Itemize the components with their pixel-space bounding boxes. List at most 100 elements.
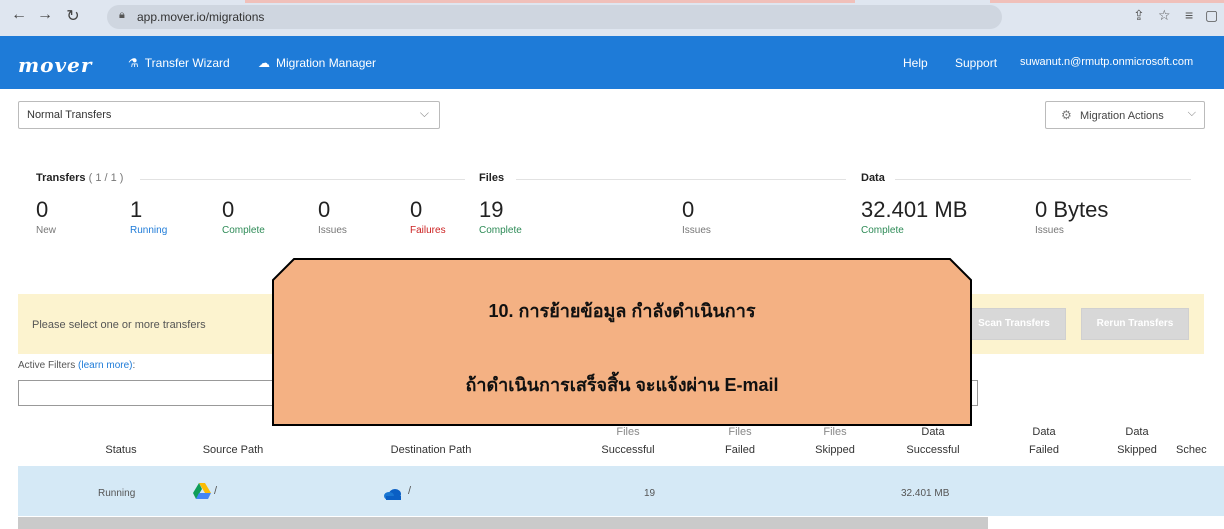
learn-more-link[interactable]: (learn more) — [78, 360, 132, 371]
lock-icon: 🔒︎ — [119, 9, 125, 21]
col-source-path[interactable]: Source Path — [193, 442, 273, 458]
stat-data-issues[interactable]: 0 Bytes Issues — [1035, 197, 1109, 237]
col-label: Data — [1125, 426, 1149, 438]
annotation-callout: 10. การย้ายข้อมูล กำลังดำเนินการ ถ้าดำเน… — [272, 258, 972, 426]
user-account[interactable]: suwanut.n@rmutp.onmicrosoft.com — [1020, 56, 1193, 68]
col-label: Successful — [601, 444, 655, 456]
callout-line-2: ถ้าดำเนินการเสร็จสิ้น จะแจ้งผ่าน E-mail — [465, 375, 779, 395]
chevron-down-icon: ⌵ — [419, 106, 429, 120]
col-status[interactable]: Status — [96, 442, 146, 458]
stat-value: 0 — [318, 197, 331, 222]
url-text: app.mover.io/migrations — [137, 10, 265, 24]
support-link[interactable]: Support — [955, 56, 997, 70]
browser-chrome: ← → ↻ 🔒︎ app.mover.io/migrations ⇪ ☆ ≡ ▢ — [0, 0, 1224, 36]
col-label: Failed — [1029, 444, 1059, 456]
reading-list-icon[interactable]: ≡ — [1185, 7, 1193, 23]
stat-data-complete[interactable]: 32.401 MB Complete — [861, 197, 968, 237]
browser-tab[interactable] — [245, 0, 855, 3]
stat-value: 19 — [479, 197, 504, 222]
flask-icon: ⚗ — [128, 56, 139, 70]
col-data-failed[interactable]: Data Failed — [1024, 424, 1064, 458]
active-filters-label: Active Filters (learn more): — [18, 360, 135, 371]
col-label: Files — [823, 426, 847, 438]
stat-label: Issues — [682, 225, 711, 236]
cloud-upload-icon: ☁ — [258, 56, 270, 70]
back-icon[interactable]: ← — [8, 6, 30, 24]
scan-transfers-button[interactable]: Scan Transfers — [962, 308, 1066, 340]
divider — [140, 179, 465, 180]
col-label: Data — [1032, 426, 1056, 438]
stat-files-complete[interactable]: 19 Complete — [479, 197, 522, 237]
gear-icon: ⚙ — [1061, 108, 1072, 122]
migration-actions-label: Migration Actions — [1080, 110, 1164, 122]
col-files-successful[interactable]: Files Successful — [596, 424, 660, 458]
stat-label: New — [36, 225, 57, 236]
col-label: Data — [921, 426, 945, 438]
nav-transfer-wizard[interactable]: ⚗ Transfer Wizard — [128, 56, 230, 70]
stat-failures[interactable]: 0 Failures — [410, 197, 446, 237]
stat-label: Issues — [318, 225, 347, 236]
filters-suffix: : — [132, 360, 136, 371]
col-label: Successful — [906, 444, 960, 456]
stat-running[interactable]: 1 Running — [130, 198, 168, 237]
rerun-transfers-button[interactable]: Rerun Transfers — [1081, 308, 1189, 340]
row-status: Running — [98, 488, 136, 499]
forward-icon[interactable]: → — [34, 6, 56, 24]
stat-files-issues[interactable]: 0 Issues — [682, 198, 711, 237]
nav-label: Migration Manager — [276, 56, 377, 70]
destination-path-text: / — [408, 485, 412, 497]
stat-label: Complete — [222, 225, 265, 236]
stat-value: 0 Bytes — [1035, 197, 1109, 222]
col-destination-path[interactable]: Destination Path — [376, 442, 486, 458]
banner-message: Please select one or more transfers — [32, 319, 206, 331]
star-icon[interactable]: ☆ — [1158, 7, 1171, 24]
stat-label: Failures — [410, 225, 446, 236]
col-data-skipped[interactable]: Data Skipped — [1112, 424, 1162, 458]
stat-new[interactable]: 0 New — [36, 197, 57, 237]
stat-value: 0 — [222, 197, 235, 222]
app-header: mover ⚗ Transfer Wizard ☁ Migration Manage… — [0, 36, 1224, 89]
google-drive-icon — [193, 483, 211, 499]
migration-actions-button[interactable]: ⚙ Migration Actions ⌵ — [1045, 101, 1205, 129]
nav-migration-manager[interactable]: ☁ Migration Manager — [258, 56, 376, 70]
mover-logo[interactable]: mover — [18, 53, 92, 77]
col-label: Failed — [725, 444, 755, 456]
row-data-successful: 32.401 MB — [901, 488, 950, 499]
stat-label: Issues — [1035, 225, 1064, 236]
callout-shape — [272, 258, 972, 426]
callout-line-1: 10. การย้ายข้อมูล กำลังดำเนินการ — [488, 301, 756, 321]
help-link[interactable]: Help — [903, 56, 928, 70]
sidepanel-icon[interactable]: ▢ — [1205, 7, 1218, 24]
stat-value: 32.401 MB — [861, 197, 968, 222]
col-label: Files — [616, 426, 640, 438]
stat-value: 0 — [410, 197, 423, 222]
col-files-failed[interactable]: Files Failed — [717, 424, 763, 458]
col-schedule[interactable]: Schec — [1176, 442, 1224, 458]
divider — [895, 179, 1191, 180]
col-data-successful[interactable]: Data Successful — [898, 424, 968, 458]
transfer-type-select[interactable]: Normal Transfers ⌵ — [18, 101, 440, 129]
address-bar[interactable]: 🔒︎ app.mover.io/migrations — [107, 5, 1002, 29]
stat-issues[interactable]: 0 Issues — [318, 197, 347, 237]
col-files-skipped[interactable]: Files Skipped — [810, 424, 860, 458]
transfers-count: ( 1 / 1 ) — [88, 172, 124, 184]
tab-strip — [0, 0, 1224, 3]
files-section-title: Files — [479, 172, 505, 184]
data-section-title: Data — [861, 172, 885, 184]
stat-label: Complete — [479, 225, 522, 236]
browser-tab[interactable] — [990, 0, 1224, 3]
transfers-title: Transfers — [36, 172, 86, 184]
reload-icon[interactable]: ↻ — [62, 6, 84, 26]
divider — [516, 179, 846, 180]
nav-label: Transfer Wizard — [144, 56, 230, 70]
row-files-successful: 19 — [644, 488, 656, 499]
source-path-text: / — [214, 485, 218, 497]
stat-label: Running — [130, 225, 168, 236]
share-icon[interactable]: ⇪ — [1133, 7, 1145, 24]
stat-complete[interactable]: 0 Complete — [222, 197, 265, 237]
stat-value: 0 — [36, 197, 49, 222]
col-label: Files — [728, 426, 752, 438]
stat-label: Complete — [861, 225, 904, 236]
col-label: Skipped — [815, 444, 855, 456]
select-value: Normal Transfers — [27, 109, 112, 121]
